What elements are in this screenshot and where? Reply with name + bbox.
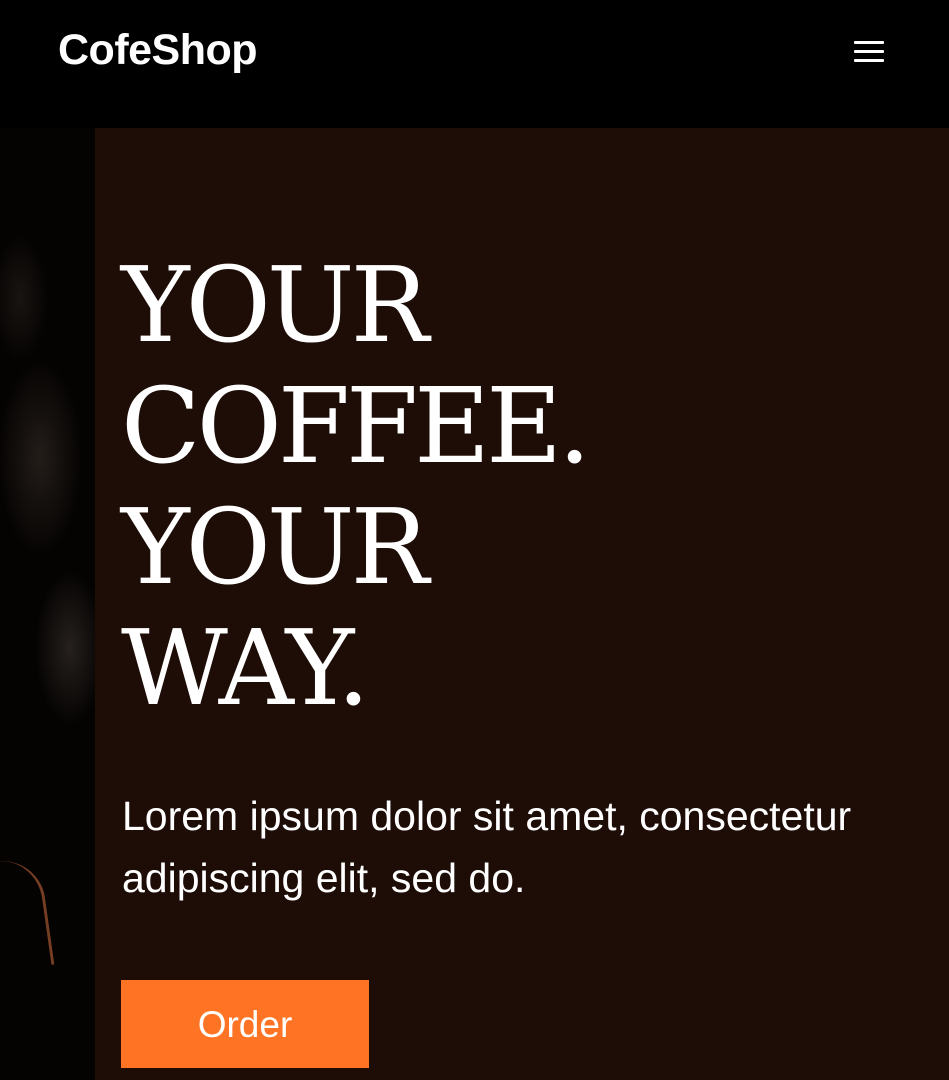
page: CofeShop YOUR COFFEE. YOUR WAY. Lorem ip…	[0, 0, 949, 1080]
menu-icon-bar	[854, 41, 884, 44]
menu-icon-bar	[854, 50, 884, 53]
brand-logo[interactable]: CofeShop	[58, 26, 258, 75]
hero-headline: YOUR COFFEE. YOUR WAY.	[121, 244, 591, 729]
headline-line: COFFEE.	[121, 365, 591, 487]
menu-icon-bar	[854, 59, 884, 62]
hero-image-highlight	[0, 855, 55, 971]
hamburger-menu-icon[interactable]	[847, 34, 891, 70]
order-button[interactable]: Order	[121, 980, 369, 1068]
headline-line: WAY.	[121, 607, 370, 729]
top-navigation: CofeShop	[0, 0, 949, 128]
headline-line: YOUR	[121, 486, 429, 608]
hero-subtitle: Lorem ipsum dolor sit amet, consectetur …	[122, 793, 852, 901]
headline-line: YOUR	[121, 244, 429, 366]
